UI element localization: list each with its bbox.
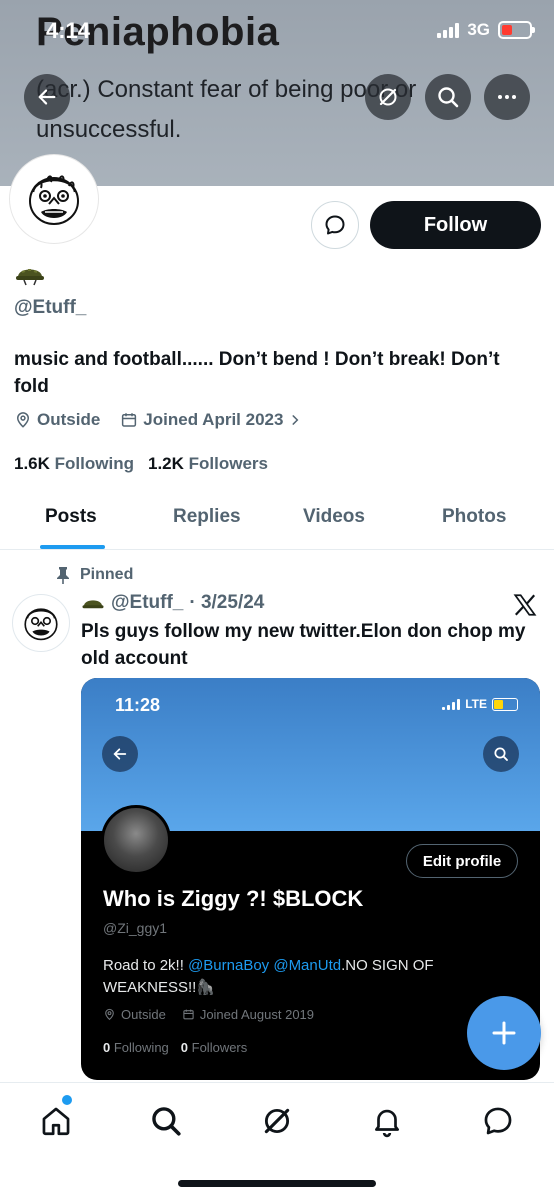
- profile-name-emoji: [14, 257, 46, 294]
- embedded-location-group: Outside: [103, 1007, 166, 1022]
- following-count: 1.6K: [14, 454, 50, 473]
- pinned-indicator: Pinned: [56, 566, 133, 584]
- pin-icon: [57, 567, 69, 584]
- profile-meta: Outside Joined April 2023: [14, 410, 314, 430]
- profile-avatar[interactable]: [10, 155, 98, 243]
- search-button[interactable]: [425, 74, 471, 120]
- location-pin-icon: [16, 412, 30, 428]
- back-button[interactable]: [24, 74, 70, 120]
- embedded-mention-burnaboy: @BurnaBoy: [188, 957, 270, 974]
- signal-icon: [437, 22, 460, 38]
- embedded-network: LTE: [465, 697, 487, 711]
- joined-group[interactable]: Joined April 2023: [120, 410, 302, 430]
- embedded-followers-count: 0: [180, 1040, 189, 1055]
- profile-joined: Joined April 2023: [143, 410, 284, 429]
- tab-replies[interactable]: Replies: [173, 506, 241, 528]
- embedded-status-indicators: LTE: [442, 697, 518, 711]
- calendar-icon: [183, 1009, 194, 1020]
- followers-label: Followers: [188, 454, 268, 473]
- home-notification-dot: [62, 1095, 72, 1105]
- embedded-handle: @Zi_ggy1: [103, 920, 168, 936]
- embedded-meta: Outside Joined August 2019: [103, 1007, 324, 1022]
- follow-counts: 1.6K Following 1.2K Followers: [14, 454, 268, 474]
- plus-icon: [492, 1021, 516, 1045]
- embedded-joined: Joined August 2019: [199, 1007, 315, 1022]
- compose-post-button[interactable]: [467, 996, 541, 1070]
- status-indicators: 3G: [437, 20, 535, 40]
- message-bubble-icon: [325, 215, 345, 235]
- nav-grok[interactable]: [255, 1099, 299, 1143]
- more-icon: [498, 95, 516, 99]
- network-type: 3G: [467, 20, 490, 39]
- embedded-search-button: [483, 736, 519, 772]
- notifications-icon: [375, 1109, 399, 1138]
- location-pin-icon: [105, 1008, 114, 1021]
- calendar-icon: [122, 413, 137, 427]
- doodle-face-avatar-image: [24, 608, 58, 641]
- doodle-face-avatar-image: [29, 175, 79, 225]
- post-text: Pls guys follow my new twitter.Elon don …: [81, 621, 526, 669]
- status-time: 4:14: [46, 18, 91, 43]
- embedded-edit-profile-button: Edit profile: [406, 844, 518, 878]
- nav-messages[interactable]: [476, 1099, 520, 1143]
- post-date: · 3/25/24: [189, 592, 265, 613]
- nav-notifications[interactable]: [365, 1099, 409, 1143]
- embedded-status-time: 11:28: [115, 695, 161, 715]
- profile-location: Outside: [37, 410, 101, 429]
- followers-count: 1.2K: [147, 454, 184, 473]
- profile-tabs: Posts Replies Videos Photos: [0, 492, 554, 550]
- battery-icon: [498, 21, 535, 39]
- banner-definition: (acr.) Constant fear of being poor or un…: [36, 76, 417, 143]
- home-icon: [42, 1107, 70, 1136]
- messages-icon: [484, 1107, 512, 1135]
- home-indicator: [178, 1180, 376, 1187]
- profile-bio: music and football...... Don’t bend ! Do…: [14, 349, 500, 397]
- more-button[interactable]: [484, 74, 530, 120]
- embedded-display-name: Who is Ziggy ?! $BLOCK: [103, 886, 364, 911]
- profile-handle: @Etuff_: [14, 297, 87, 318]
- post-header: @Etuff_ · 3/25/24: [81, 591, 264, 615]
- back-arrow-icon: [113, 748, 127, 760]
- embedded-back-button: [102, 736, 138, 772]
- nav-home[interactable]: [34, 1099, 78, 1143]
- embedded-location: Outside: [121, 1007, 166, 1022]
- active-tab-indicator: [40, 545, 105, 549]
- following-label: Following: [54, 454, 134, 473]
- embedded-followers-label: Followers: [191, 1040, 248, 1055]
- embedded-joined-group: Joined August 2019: [182, 1007, 314, 1022]
- embedded-followers: 0 Followers: [181, 1040, 247, 1055]
- military-helmet-icon: [82, 600, 104, 609]
- embedded-mention-manutd: @ManUtd: [269, 957, 342, 974]
- location-group: Outside: [14, 410, 100, 430]
- grok-icon: [379, 88, 397, 106]
- followers-link[interactable]: 1.2K Followers: [148, 454, 268, 474]
- post-author-avatar[interactable]: [12, 594, 70, 652]
- post-handle[interactable]: @Etuff_: [111, 592, 183, 614]
- grok-icon: [264, 1108, 290, 1134]
- follow-button[interactable]: Follow: [370, 201, 541, 249]
- embedded-following-label: Following: [113, 1040, 169, 1055]
- embedded-following-count: 0: [103, 1040, 111, 1055]
- message-button[interactable]: [311, 201, 359, 249]
- tab-videos[interactable]: Videos: [303, 506, 365, 528]
- grok-button[interactable]: [365, 74, 411, 120]
- signal-icon: [442, 698, 461, 710]
- embedded-bio: Road to 2k!! @BurnaBoy @ManUtd.NO SIGN O…: [103, 955, 503, 999]
- following-link[interactable]: 1.6K Following: [14, 454, 134, 474]
- embedded-bio-prefix: Road to 2k!!: [103, 957, 189, 974]
- nav-search[interactable]: [144, 1099, 188, 1143]
- military-helmet-icon: [16, 269, 44, 286]
- embedded-counts: 0 Following 0 Followers: [103, 1040, 247, 1055]
- embedded-following: 0 Following: [103, 1040, 169, 1055]
- search-icon: [494, 747, 508, 761]
- back-arrow-icon: [38, 89, 56, 105]
- search-icon: [438, 87, 459, 108]
- pinned-label: Pinned: [80, 566, 134, 583]
- tab-posts[interactable]: Posts: [45, 506, 97, 528]
- chevron-right-icon: [292, 415, 299, 425]
- battery-icon: [492, 697, 518, 711]
- search-icon: [152, 1107, 181, 1136]
- embedded-avatar: [101, 805, 171, 875]
- tab-photos[interactable]: Photos: [442, 506, 506, 528]
